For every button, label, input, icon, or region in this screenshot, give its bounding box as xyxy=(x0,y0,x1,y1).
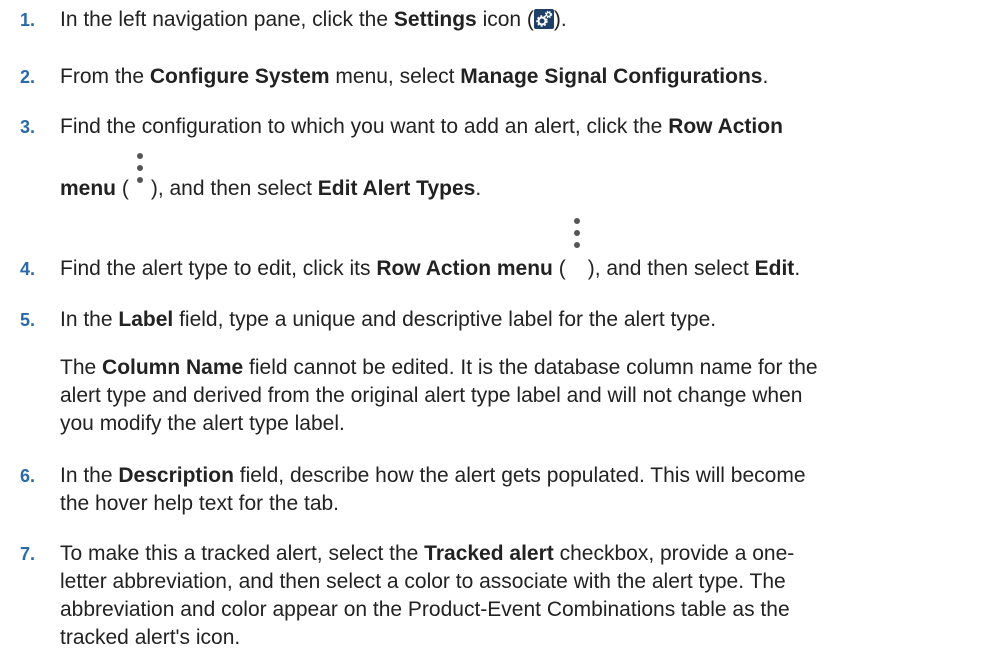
step-number: 3. xyxy=(20,117,36,137)
row-action-label: Row Action xyxy=(668,115,783,138)
label-field-label: Label xyxy=(118,308,174,331)
step-text: From the Configure System menu, select M… xyxy=(60,65,769,88)
step-text-line-2: the hover help text for the tab. xyxy=(60,492,340,515)
kebab-icon xyxy=(129,153,151,201)
step-text-line-2: menu (), and then select Edit Alert Type… xyxy=(60,153,481,203)
step-number: 2. xyxy=(20,67,36,87)
step-text-line-1: Find the configuration to which you want… xyxy=(60,115,783,138)
edit-label: Edit xyxy=(754,257,795,280)
settings-label: Settings xyxy=(393,8,477,31)
step-text: In the left navigation pane, click the S… xyxy=(60,8,567,31)
step-number: 4. xyxy=(20,259,36,279)
settings-icon xyxy=(533,9,554,29)
step-text: In the Label field, type a unique and de… xyxy=(60,308,717,331)
step-text-line-3: abbreviation and color appear on the Pro… xyxy=(60,598,790,621)
step-text-line-1: To make this a tracked alert, select the… xyxy=(60,542,795,565)
step-text-line-1: In the Description field, describe how t… xyxy=(60,464,806,487)
kebab-icon xyxy=(566,218,588,281)
step-text: Find the alert type to edit, click its R… xyxy=(60,218,800,283)
tracked-alert-label: Tracked alert xyxy=(424,542,554,565)
row-action-menu-label: Row Action menu xyxy=(376,257,553,280)
configure-system-label: Configure System xyxy=(149,65,330,88)
step-number: 5. xyxy=(20,310,36,330)
step-number: 1. xyxy=(20,10,36,30)
description-field-label: Description xyxy=(118,464,234,487)
note-line-2: alert type and derived from the original… xyxy=(60,384,803,407)
step-number: 7. xyxy=(20,544,36,564)
step-text-line-2: letter abbreviation, and then select a c… xyxy=(60,570,786,593)
edit-alert-types-label: Edit Alert Types xyxy=(317,177,476,200)
column-name-label: Column Name xyxy=(102,356,244,379)
step-text-line-4: tracked alert's icon. xyxy=(60,626,241,649)
manage-signal-configurations-label: Manage Signal Configurations xyxy=(460,65,763,88)
menu-label: menu xyxy=(60,177,117,200)
step-number: 6. xyxy=(20,466,36,486)
note-line-3: you modify the alert type label. xyxy=(60,412,345,435)
note-line-1: The Column Name field cannot be edited. … xyxy=(60,356,818,379)
